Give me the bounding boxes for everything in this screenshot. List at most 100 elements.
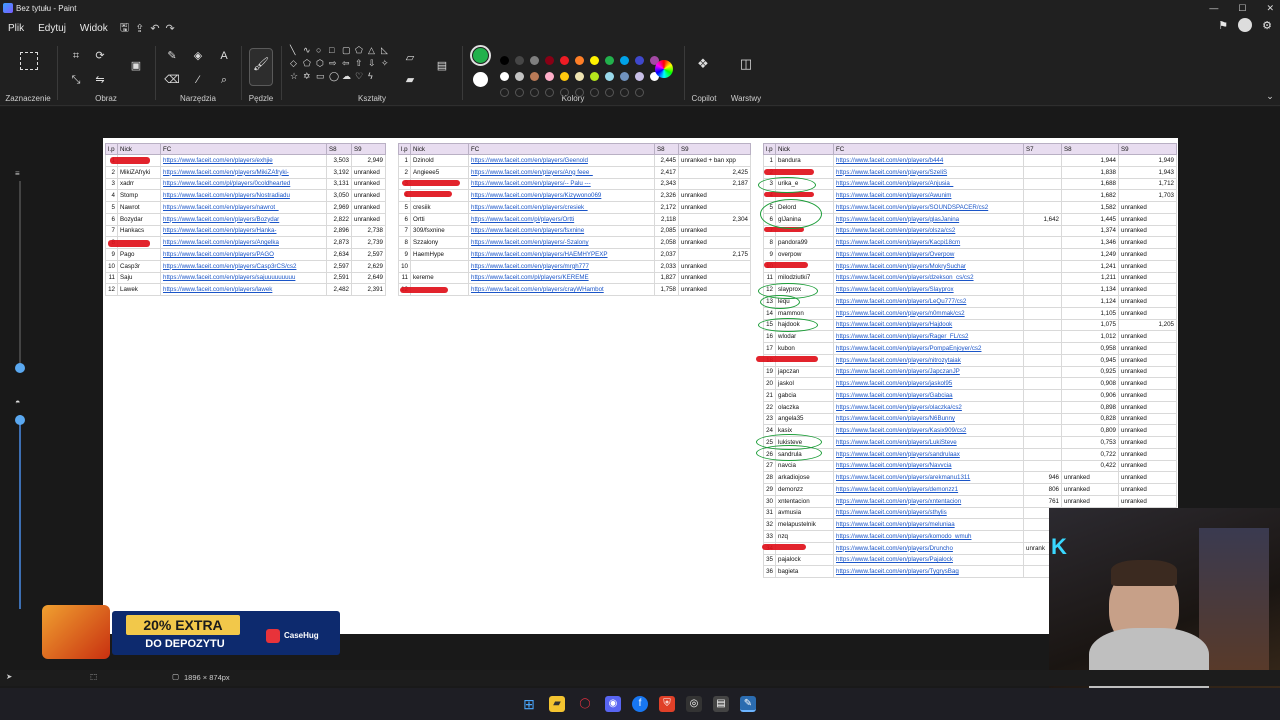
- faceit-link[interactable]: https://www.faceit.com/en/players/Kacpi1…: [833, 236, 1024, 249]
- faceit-link[interactable]: https://www.faceit.com/en/players/b444: [833, 154, 1024, 167]
- faceit-link[interactable]: https://www.faceit.com/en/players/SOUNDS…: [833, 201, 1024, 214]
- select-rect-icon[interactable]: [20, 52, 38, 70]
- color-swatch[interactable]: [575, 56, 584, 65]
- faceit-link[interactable]: https://www.faceit.com/en/players/glasJa…: [833, 212, 1024, 226]
- crop-icon[interactable]: ⌗: [68, 48, 84, 64]
- custom-color-slot[interactable]: [590, 88, 599, 97]
- faceit-link[interactable]: https://www.faceit.com/en/players/HAEMHY…: [468, 248, 655, 261]
- primary-color-swatch[interactable]: [470, 45, 491, 66]
- callout-rect-shape-icon[interactable]: ▭: [316, 71, 328, 83]
- opera-icon[interactable]: ◯: [577, 696, 593, 712]
- arrow-right-shape-icon[interactable]: ⇨: [329, 58, 341, 70]
- star4-shape-icon[interactable]: ✧: [381, 58, 393, 70]
- menu-view[interactable]: Widok: [80, 23, 108, 34]
- faceit-link[interactable]: https://www.faceit.com/en/players/PompaE…: [833, 342, 1024, 355]
- cloud-shape-icon[interactable]: ☁: [342, 71, 354, 83]
- edit-colors-icon[interactable]: [655, 60, 673, 78]
- custom-color-slot[interactable]: [500, 88, 509, 97]
- custom-color-slot[interactable]: [605, 88, 614, 97]
- faceit-link[interactable]: https://www.faceit.com/en/players/sajuuu…: [160, 271, 327, 285]
- diamond-shape-icon[interactable]: ◇: [290, 58, 302, 70]
- custom-color-slot[interactable]: [620, 88, 629, 97]
- oval-shape-icon[interactable]: ○: [316, 45, 328, 57]
- minimize-button[interactable]: —: [1209, 3, 1218, 13]
- file-explorer-icon[interactable]: ▰: [549, 696, 565, 712]
- color-swatch[interactable]: [500, 56, 509, 65]
- faceit-link[interactable]: https://www.faceit.com/en/players/Gabcia…: [833, 389, 1024, 402]
- facebook-icon[interactable]: f: [632, 696, 648, 712]
- menu-edit[interactable]: Edytuj: [38, 23, 66, 34]
- resize-icon[interactable]: ⤡: [68, 72, 84, 88]
- rounded-rect-shape-icon[interactable]: ▢: [342, 45, 354, 57]
- faceit-link[interactable]: https://www.faceit.com/en/players/Hanka-: [160, 224, 327, 238]
- color-swatch[interactable]: [605, 72, 614, 81]
- color-swatch[interactable]: [530, 56, 539, 65]
- custom-color-slot[interactable]: [635, 88, 644, 97]
- color-swatch[interactable]: [575, 72, 584, 81]
- settings-icon[interactable]: ⚙: [1262, 19, 1272, 32]
- color-swatch[interactable]: [605, 56, 614, 65]
- maximize-button[interactable]: ☐: [1238, 3, 1246, 14]
- pencil-icon[interactable]: ✎: [164, 48, 180, 64]
- color-swatch[interactable]: [635, 72, 644, 81]
- color-swatch[interactable]: [545, 56, 554, 65]
- feedback-icon[interactable]: ⚑: [1218, 19, 1228, 32]
- faceit-link[interactable]: https://www.faceit.com/en/players/mrgh77…: [468, 259, 655, 273]
- color-swatch[interactable]: [515, 72, 524, 81]
- faceit-link[interactable]: https://www.faceit.com/en/players/Awunim: [833, 189, 1024, 202]
- outline-icon[interactable]: ▱: [402, 50, 418, 66]
- faceit-link[interactable]: https://www.faceit.com/en/players/olsza/…: [833, 224, 1024, 238]
- faceit-link[interactable]: https://www.faceit.com/en/players/arekma…: [833, 471, 1024, 484]
- menu-file[interactable]: Plik: [8, 23, 24, 34]
- arrow-up-shape-icon[interactable]: ⇧: [355, 58, 367, 70]
- color-picker-icon[interactable]: ⁄: [190, 72, 206, 88]
- color-swatch[interactable]: [530, 72, 539, 81]
- layers-icon[interactable]: ◫: [738, 56, 754, 72]
- arrow-left-shape-icon[interactable]: ⇦: [342, 58, 354, 70]
- custom-color-slot[interactable]: [515, 88, 524, 97]
- faceit-link[interactable]: https://www.faceit.com/en/players/komodo…: [833, 530, 1024, 543]
- collapse-ribbon-icon[interactable]: ⌄: [1262, 88, 1278, 104]
- discord-icon[interactable]: ◉: [605, 696, 621, 712]
- arrow-down-shape-icon[interactable]: ⇩: [368, 58, 380, 70]
- custom-color-slot[interactable]: [560, 88, 569, 97]
- faceit-link[interactable]: https://www.faceit.com/en/players/Geenol…: [468, 154, 655, 167]
- faceit-link[interactable]: https://www.faceit.com/en/players/xntent…: [833, 494, 1024, 508]
- faceit-link[interactable]: https://www.faceit.com/en/players/Angelk…: [160, 236, 327, 249]
- copilot-icon[interactable]: ❖: [695, 56, 711, 72]
- line-shape-icon[interactable]: ╲: [290, 45, 302, 57]
- color-swatch[interactable]: [515, 56, 524, 65]
- color-swatch[interactable]: [545, 72, 554, 81]
- color-swatch[interactable]: [635, 56, 644, 65]
- custom-color-slot[interactable]: [530, 88, 539, 97]
- faceit-link[interactable]: https://www.faceit.com/en/players/jaskol…: [833, 377, 1024, 390]
- color-swatch[interactable]: [590, 72, 599, 81]
- secondary-color-swatch[interactable]: [473, 72, 488, 87]
- color-swatch[interactable]: [620, 56, 629, 65]
- custom-color-slot[interactable]: [545, 88, 554, 97]
- faceit-link[interactable]: https://www.faceit.com/en/players/demonz…: [833, 483, 1024, 496]
- heart-shape-icon[interactable]: ♡: [355, 71, 367, 83]
- faceit-link[interactable]: https://www.faceit.com/en/players/lawek: [160, 283, 327, 296]
- size-slider-track[interactable]: [19, 181, 21, 367]
- undo-icon[interactable]: ↶: [150, 22, 159, 35]
- magnifier-icon[interactable]: ⌕: [216, 72, 232, 88]
- curve-shape-icon[interactable]: ∿: [303, 45, 315, 57]
- flip-icon[interactable]: ⇋: [92, 72, 108, 88]
- faceit-link[interactable]: https://www.faceit.com/en/players/exhjie: [160, 154, 327, 167]
- avatar[interactable]: [1238, 18, 1253, 32]
- faceit-link[interactable]: https://www.faceit.com/en/players/cresie…: [468, 201, 655, 214]
- faceit-link[interactable]: https://www.faceit.com/en/players/Casp3r…: [160, 259, 327, 273]
- share-icon[interactable]: ⇪: [135, 22, 144, 35]
- faceit-link[interactable]: https://www.faceit.com/en/players/sandru…: [833, 447, 1024, 461]
- faceit-link[interactable]: https://www.faceit.com/en/players/nitroz…: [833, 353, 1024, 367]
- eraser-icon[interactable]: ⌫: [164, 72, 180, 88]
- faceit-link[interactable]: https://www.faceit.com/en/players/Nostra…: [160, 189, 327, 202]
- callout-oval-shape-icon[interactable]: ◯: [329, 71, 341, 83]
- faceit-link[interactable]: https://www.faceit.com/en/players/LeQu77…: [833, 295, 1024, 308]
- faceit-link[interactable]: https://www.faceit.com/en/players/MikiZA…: [160, 165, 327, 179]
- faceit-link[interactable]: https://www.faceit.com/en/players/Ang fe…: [468, 165, 655, 179]
- faceit-link[interactable]: https://www.faceit.com/en/players/olaczk…: [833, 400, 1024, 414]
- faceit-link[interactable]: https://www.faceit.com/en/players/LukiSt…: [833, 436, 1024, 449]
- faceit-link[interactable]: https://www.faceit.com/en/players/-Szalo…: [468, 236, 655, 249]
